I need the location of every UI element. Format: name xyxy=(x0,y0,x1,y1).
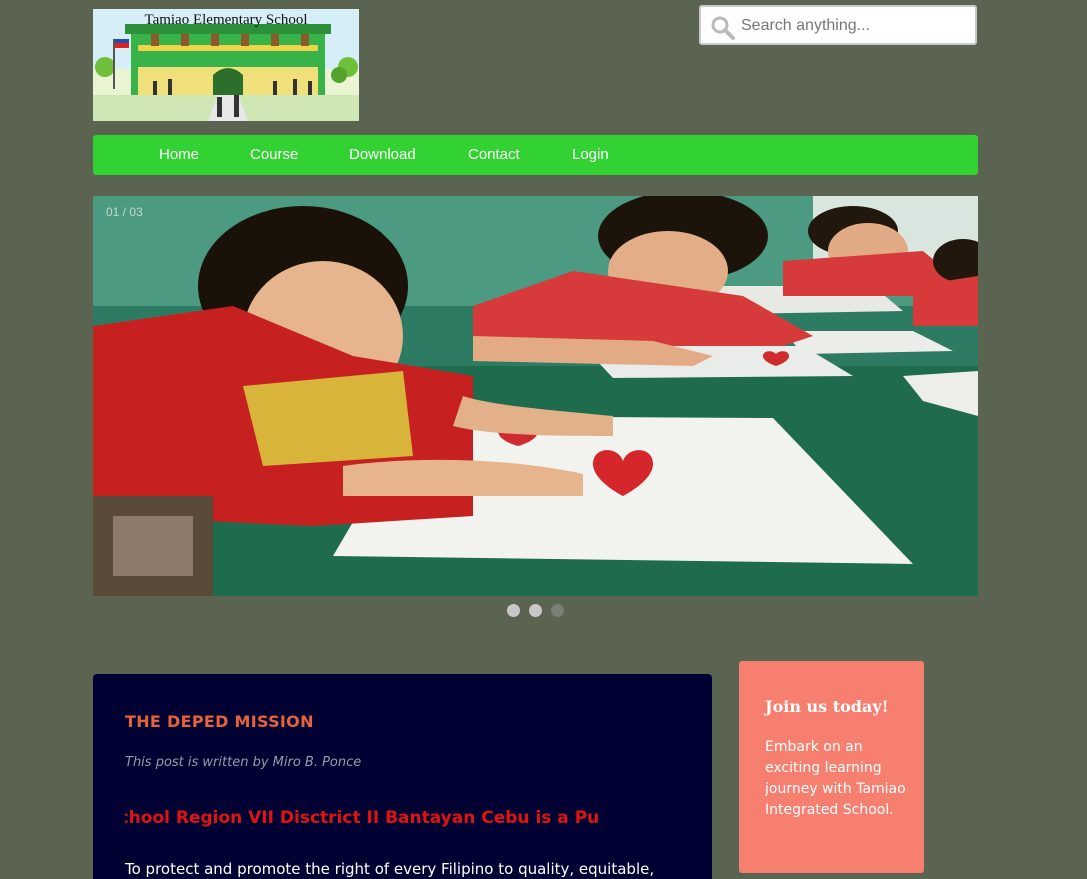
school-logo-image: Tamiao Elementary School xyxy=(93,9,359,121)
join-title: Join us today! xyxy=(765,697,889,716)
slider-dot-active[interactable] xyxy=(551,604,564,617)
marquee-text: Tamiao Integrated School Region VII Disc… xyxy=(125,808,600,828)
nav-item-download[interactable]: Download xyxy=(349,135,416,175)
marquee: Tamiao Integrated School Region VII Disc… xyxy=(125,808,681,832)
post-title[interactable]: THE DEPED MISSION xyxy=(125,712,314,731)
school-logo[interactable]: Tamiao Elementary School xyxy=(93,9,359,121)
search-box[interactable] xyxy=(699,5,977,45)
search-icon xyxy=(711,16,735,40)
post-byline: This post is written by Miro B. Ponce xyxy=(125,755,362,770)
slider-dot[interactable] xyxy=(529,604,542,617)
main-nav: Home Course Download Contact Login xyxy=(93,135,978,175)
page: Tamiao Elementary School Home Course Dow… xyxy=(0,0,1087,879)
join-card: Join us today! Embark on an exciting lea… xyxy=(739,661,924,873)
post-card: THE DEPED MISSION This post is written b… xyxy=(93,674,712,879)
image-slider[interactable]: 01 / 03 xyxy=(93,196,978,596)
logo-text: Tamiao Elementary School xyxy=(144,12,307,28)
slide-counter: 01 / 03 xyxy=(106,205,143,219)
join-text: Embark on an exciting learning journey w… xyxy=(765,739,906,818)
nav-item-login[interactable]: Login xyxy=(572,135,609,175)
post-body: To protect and promote the right of ever… xyxy=(125,860,655,878)
slider-dot[interactable] xyxy=(507,604,520,617)
nav-item-contact[interactable]: Contact xyxy=(468,135,520,175)
nav-item-course[interactable]: Course xyxy=(250,135,298,175)
slide-image xyxy=(93,196,978,596)
nav-item-home[interactable]: Home xyxy=(159,135,199,175)
search-input[interactable] xyxy=(739,11,975,41)
